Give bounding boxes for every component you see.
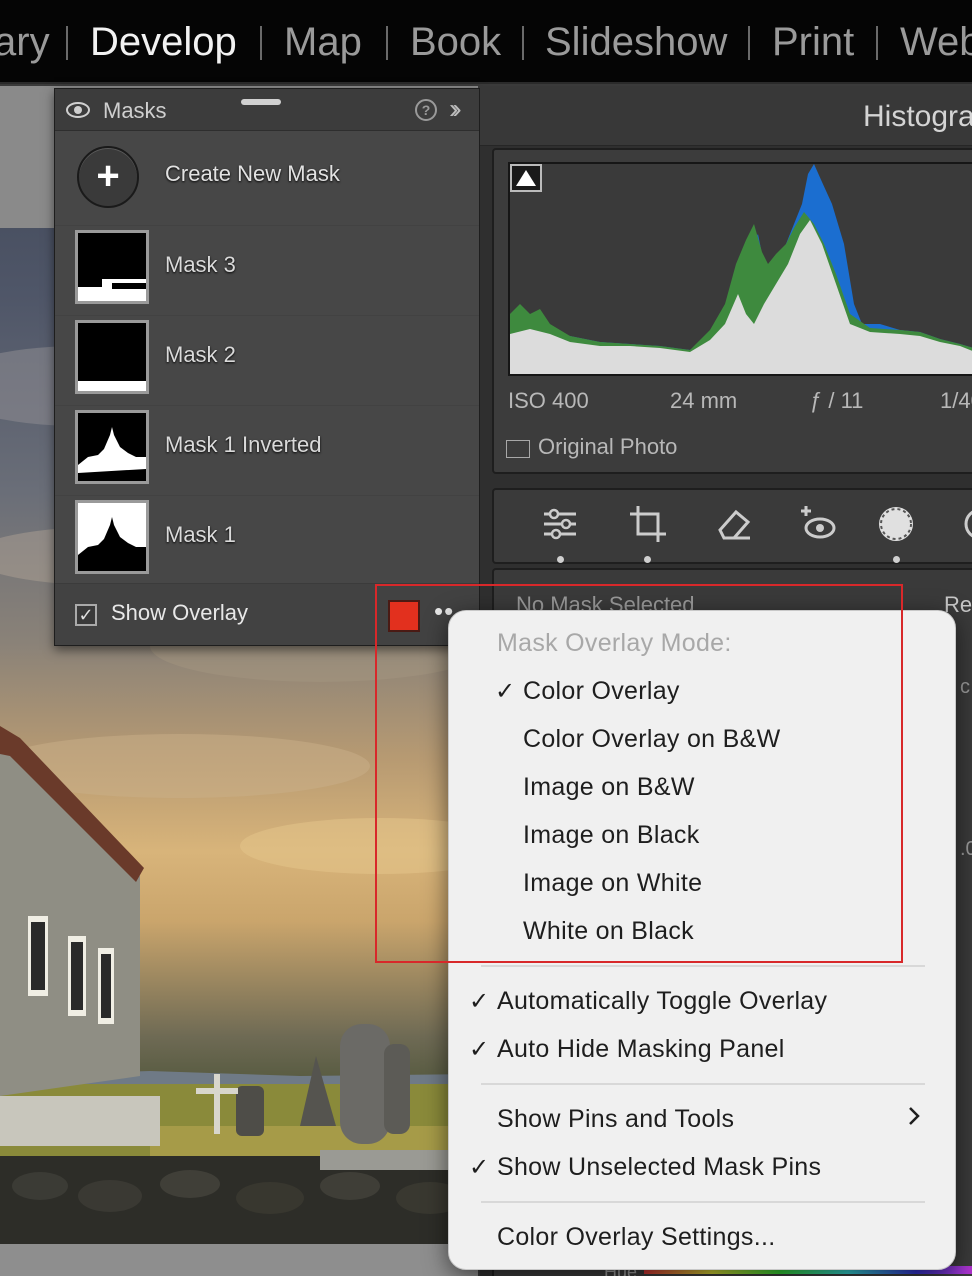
redeye-icon[interactable] [798, 504, 838, 544]
menu-item-overlay-settings[interactable]: Color Overlay Settings... [497, 1223, 775, 1252]
module-print[interactable]: Print [772, 18, 854, 66]
module-library[interactable]: ary [0, 18, 50, 66]
mask-thumbnail [75, 410, 149, 484]
menu-item-image-on-bw[interactable]: Image on B&W [523, 773, 695, 802]
expand-chevrons-icon[interactable]: ›› [449, 93, 461, 125]
exif-focal-length: 24 mm [670, 388, 738, 413]
menu-header: Mask Overlay Mode: [497, 629, 732, 657]
checkmark-icon: ✓ [469, 1036, 490, 1063]
show-overlay-label: Show Overlay [111, 600, 248, 625]
clipped-label: c [960, 676, 970, 698]
overlay-color-swatch[interactable] [388, 600, 420, 632]
checkmark-icon: ✓ [469, 1154, 490, 1181]
module-separator [66, 26, 68, 60]
mask-overlay-menu: Mask Overlay Mode: ✓ Color Overlay Color… [448, 610, 956, 1270]
mask-item[interactable]: Mask 2 [55, 315, 479, 405]
masks-panel-header[interactable]: Masks ? ›› [55, 89, 479, 131]
tool-strip [492, 488, 972, 564]
module-picker-bar: ary Develop Map Book Slideshow Print Web [0, 0, 972, 84]
exif-aperture: ƒ / 11 [810, 388, 864, 413]
module-separator [386, 26, 388, 60]
histogram-header[interactable]: Histogram [480, 86, 972, 146]
mask-thumbnail [75, 320, 149, 394]
histogram-graph [508, 162, 972, 376]
menu-item-auto-hide-panel[interactable]: Auto Hide Masking Panel [497, 1035, 785, 1064]
create-new-mask-row[interactable]: + Create New Mask [55, 133, 479, 219]
tool-indicator-dot [893, 556, 900, 563]
checkmark-icon: ✓ [469, 988, 490, 1015]
sliders-icon[interactable] [540, 504, 580, 544]
exif-iso: ISO 400 [508, 388, 589, 413]
add-mask-button[interactable]: + [77, 146, 139, 208]
undo-icon[interactable] [956, 504, 972, 544]
show-overlay-checkbox[interactable]: ✓ [75, 604, 97, 626]
masks-panel-title: Masks [103, 98, 167, 123]
menu-separator [481, 965, 925, 967]
module-separator [522, 26, 524, 60]
histogram-panel: ISO 400 24 mm ƒ / 11 1/40 Original Photo [492, 148, 972, 474]
create-new-mask-label: Create New Mask [165, 161, 340, 186]
masks-panel: Masks ? ›› + Create New Mask Mask 3 Mask… [54, 88, 480, 646]
menu-item-color-overlay-bw[interactable]: Color Overlay on B&W [523, 725, 780, 754]
mask-icon[interactable] [876, 504, 916, 544]
mask-label: Mask 1 Inverted [165, 432, 322, 457]
mask-label: Mask 2 [165, 342, 236, 367]
menu-item-image-on-white[interactable]: Image on White [523, 869, 702, 898]
mask-label: Mask 1 [165, 522, 236, 547]
checkmark-icon: ✓ [495, 678, 516, 705]
module-slideshow[interactable]: Slideshow [545, 18, 727, 66]
mask-thumbnail [75, 500, 149, 574]
tool-indicator-dot [557, 556, 564, 563]
mask-item[interactable]: Mask 3 [55, 225, 479, 315]
menu-item-image-on-black[interactable]: Image on Black [523, 821, 700, 850]
mask-label: Mask 3 [165, 252, 236, 277]
drag-handle[interactable] [241, 99, 281, 105]
crop-icon[interactable] [628, 504, 668, 544]
clipped-value: .0 [960, 838, 972, 860]
menu-separator [481, 1201, 925, 1203]
mask-thumbnail [75, 230, 149, 304]
menu-item-white-on-black[interactable]: White on Black [523, 917, 694, 946]
module-web[interactable]: Web [900, 18, 972, 66]
menu-item-auto-toggle-overlay[interactable]: Automatically Toggle Overlay [497, 987, 827, 1016]
tool-indicator-dot [644, 556, 651, 563]
eraser-icon[interactable] [714, 504, 754, 544]
help-icon[interactable]: ? [415, 99, 437, 121]
menu-item-show-pins-tools[interactable]: Show Pins and Tools [497, 1105, 734, 1134]
chevron-right-icon [909, 1107, 920, 1125]
module-develop[interactable]: Develop [90, 18, 237, 66]
mask-item[interactable]: Mask 1 [55, 495, 479, 585]
module-book[interactable]: Book [410, 18, 501, 66]
menu-item-color-overlay[interactable]: Color Overlay [523, 677, 680, 706]
module-separator [876, 26, 878, 60]
histogram-title: Histogram [863, 100, 972, 133]
original-photo-label: Original Photo [538, 434, 678, 459]
eye-icon[interactable] [65, 101, 91, 119]
shadow-clipping-toggle[interactable] [510, 164, 542, 192]
exif-shutter: 1/40 [940, 388, 972, 413]
original-photo-checkbox[interactable] [506, 440, 530, 458]
menu-separator [481, 1083, 925, 1085]
menu-item-unselected-pins[interactable]: Show Unselected Mask Pins [497, 1153, 821, 1182]
module-separator [748, 26, 750, 60]
module-map[interactable]: Map [284, 18, 362, 66]
mask-item[interactable]: Mask 1 Inverted [55, 405, 479, 495]
module-separator [260, 26, 262, 60]
filmstrip-edge [0, 1244, 478, 1276]
